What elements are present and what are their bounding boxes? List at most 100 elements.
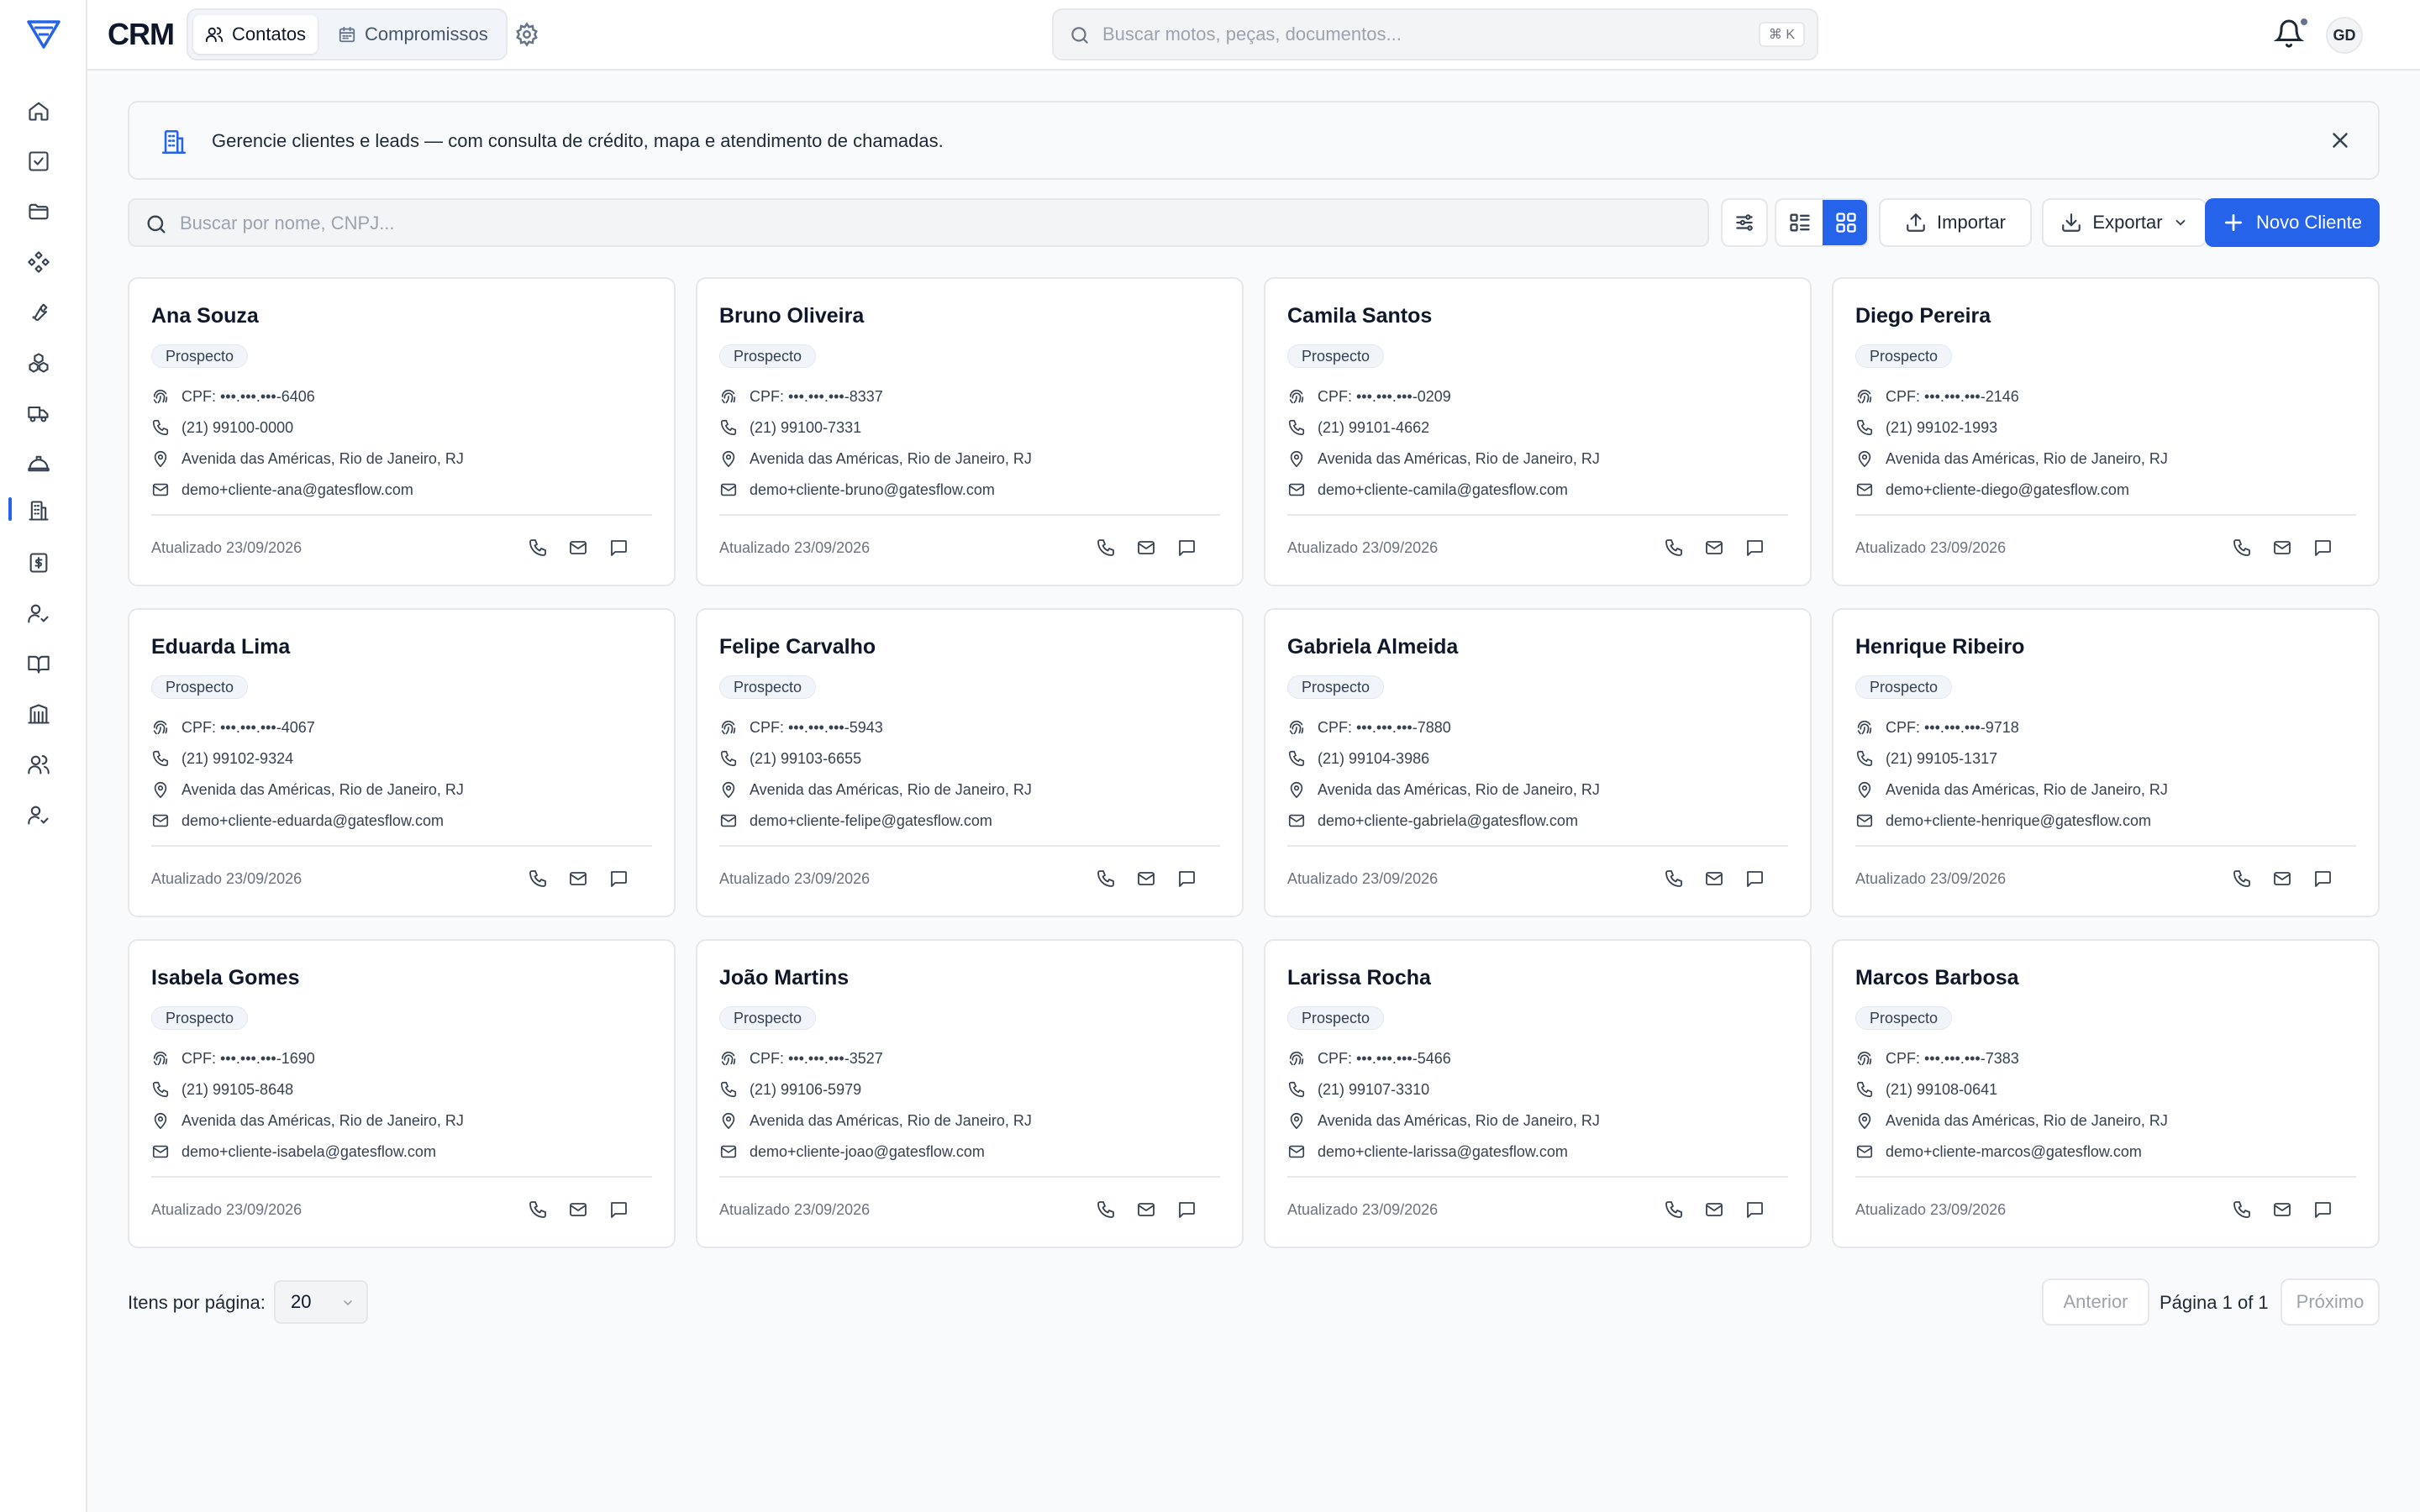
email-button[interactable] [566, 536, 590, 559]
email-button[interactable] [2270, 1198, 2294, 1221]
message-button[interactable] [1743, 1198, 1766, 1221]
sidebar-item[interactable] [24, 800, 54, 830]
tab-compromissos[interactable]: Compromissos [326, 15, 500, 54]
contact-card[interactable]: Felipe Carvalho Prospecto CPF: •••.•••.•… [696, 608, 1244, 917]
call-button[interactable] [1094, 867, 1118, 890]
close-icon[interactable] [2328, 128, 2353, 153]
contact-name[interactable]: Isabela Gomes [151, 966, 299, 990]
card-divider [151, 1176, 652, 1178]
contact-card[interactable]: Eduarda Lima Prospecto CPF: •••.•••.•••-… [128, 608, 676, 917]
gear-icon[interactable] [514, 22, 539, 47]
call-button[interactable] [526, 1198, 550, 1221]
email-button[interactable] [1702, 536, 1726, 559]
sidebar-item[interactable] [24, 449, 54, 479]
call-button[interactable] [2230, 867, 2254, 890]
next-page-button[interactable]: Próximo [2281, 1278, 2380, 1326]
message-button[interactable] [1175, 536, 1198, 559]
app-logo-icon[interactable] [27, 18, 60, 50]
email-button[interactable] [566, 867, 590, 890]
call-button[interactable] [2230, 536, 2254, 559]
email-button[interactable] [1134, 536, 1158, 559]
sidebar-item[interactable] [24, 96, 54, 126]
message-button[interactable] [2311, 867, 2334, 890]
call-button[interactable] [526, 867, 550, 890]
contact-card[interactable]: Ana Souza Prospecto CPF: •••.•••.•••-640… [128, 277, 676, 586]
email-button[interactable] [2270, 536, 2294, 559]
message-button[interactable] [1175, 1198, 1198, 1221]
contact-name[interactable]: Bruno Oliveira [719, 304, 864, 328]
call-button[interactable] [1662, 867, 1686, 890]
contact-name[interactable]: Larissa Rocha [1287, 966, 1431, 990]
import-button[interactable]: Importar [1879, 198, 2032, 247]
contact-name[interactable]: Marcos Barbosa [1855, 966, 2019, 990]
per-page-select[interactable]: 20 [274, 1280, 368, 1324]
sidebar-item[interactable] [24, 297, 54, 328]
tab-contatos[interactable]: Contatos [193, 15, 318, 54]
call-button[interactable] [1662, 536, 1686, 559]
contact-search[interactable] [128, 198, 1709, 247]
contact-name[interactable]: Ana Souza [151, 304, 259, 328]
contact-name[interactable]: Felipe Carvalho [719, 635, 876, 659]
sidebar-item[interactable] [24, 398, 54, 428]
contact-name[interactable]: Eduarda Lima [151, 635, 290, 659]
email-button[interactable] [566, 1198, 590, 1221]
filter-button[interactable] [1721, 198, 1768, 247]
email-button[interactable] [1134, 1198, 1158, 1221]
message-button[interactable] [1743, 867, 1766, 890]
sidebar-item[interactable] [24, 247, 54, 277]
call-button[interactable] [1662, 1198, 1686, 1221]
email-button[interactable] [1702, 1198, 1726, 1221]
contact-card[interactable]: Gabriela Almeida Prospecto CPF: •••.•••.… [1264, 608, 1812, 917]
avatar[interactable]: GD [2326, 17, 2363, 54]
contact-phone: (21) 99106-5979 [719, 1078, 861, 1101]
export-button[interactable]: Exportar [2042, 198, 2207, 247]
sidebar-item[interactable] [24, 496, 54, 526]
grid-view-button[interactable] [1823, 200, 1867, 245]
mail-icon [2274, 1203, 2291, 1216]
contact-search-input[interactable] [180, 208, 1676, 239]
sidebar-item[interactable] [24, 548, 54, 578]
contact-name[interactable]: Diego Pereira [1855, 304, 1991, 328]
sidebar-item[interactable] [24, 699, 54, 729]
message-button[interactable] [2311, 536, 2334, 559]
contact-name[interactable]: João Martins [719, 966, 849, 990]
message-button[interactable] [1175, 867, 1198, 890]
sidebar-item[interactable] [24, 146, 54, 176]
email-button[interactable] [1702, 867, 1726, 890]
message-button[interactable] [607, 536, 630, 559]
call-button[interactable] [1094, 536, 1118, 559]
global-search[interactable]: ⌘ K [1052, 8, 1818, 60]
message-button[interactable] [607, 1198, 630, 1221]
contact-card[interactable]: Larissa Rocha Prospecto CPF: •••.•••.•••… [1264, 939, 1812, 1248]
contact-card[interactable]: Camila Santos Prospecto CPF: •••.•••.•••… [1264, 277, 1812, 586]
message-button[interactable] [1743, 536, 1766, 559]
message-button[interactable] [607, 867, 630, 890]
sidebar-item[interactable] [24, 197, 54, 227]
contact-address-text: Avenida das Américas, Rio de Janeiro, RJ [182, 1111, 464, 1129]
sidebar-item[interactable] [24, 348, 54, 378]
message-button[interactable] [2311, 1198, 2334, 1221]
contact-card[interactable]: Henrique Ribeiro Prospecto CPF: •••.•••.… [1832, 608, 2380, 917]
sidebar-item[interactable] [24, 749, 54, 780]
call-button[interactable] [1094, 1198, 1118, 1221]
new-client-button[interactable]: Novo Cliente [2205, 198, 2380, 247]
global-search-input[interactable] [1102, 18, 1741, 50]
call-button[interactable] [526, 536, 550, 559]
sidebar-item[interactable] [24, 648, 54, 679]
mail-icon [1138, 541, 1155, 554]
contact-card[interactable]: Diego Pereira Prospecto CPF: •••.•••.•••… [1832, 277, 2380, 586]
email-button[interactable] [1134, 867, 1158, 890]
contact-card[interactable]: Marcos Barbosa Prospecto CPF: •••.•••.••… [1832, 939, 2380, 1248]
call-button[interactable] [2230, 1198, 2254, 1221]
sidebar-item[interactable] [24, 598, 54, 628]
contact-email-text: demo+cliente-felipe@gatesflow.com [750, 811, 992, 829]
contact-card[interactable]: João Martins Prospecto CPF: •••.•••.•••-… [696, 939, 1244, 1248]
email-button[interactable] [2270, 867, 2294, 890]
contact-name[interactable]: Henrique Ribeiro [1855, 635, 2024, 659]
prev-page-button[interactable]: Anterior [2042, 1278, 2149, 1326]
contact-name[interactable]: Gabriela Almeida [1287, 635, 1458, 659]
contact-card[interactable]: Bruno Oliveira Prospecto CPF: •••.•••.••… [696, 277, 1244, 586]
list-view-button[interactable] [1776, 200, 1823, 245]
contact-card[interactable]: Isabela Gomes Prospecto CPF: •••.•••.•••… [128, 939, 676, 1248]
contact-name[interactable]: Camila Santos [1287, 304, 1432, 328]
